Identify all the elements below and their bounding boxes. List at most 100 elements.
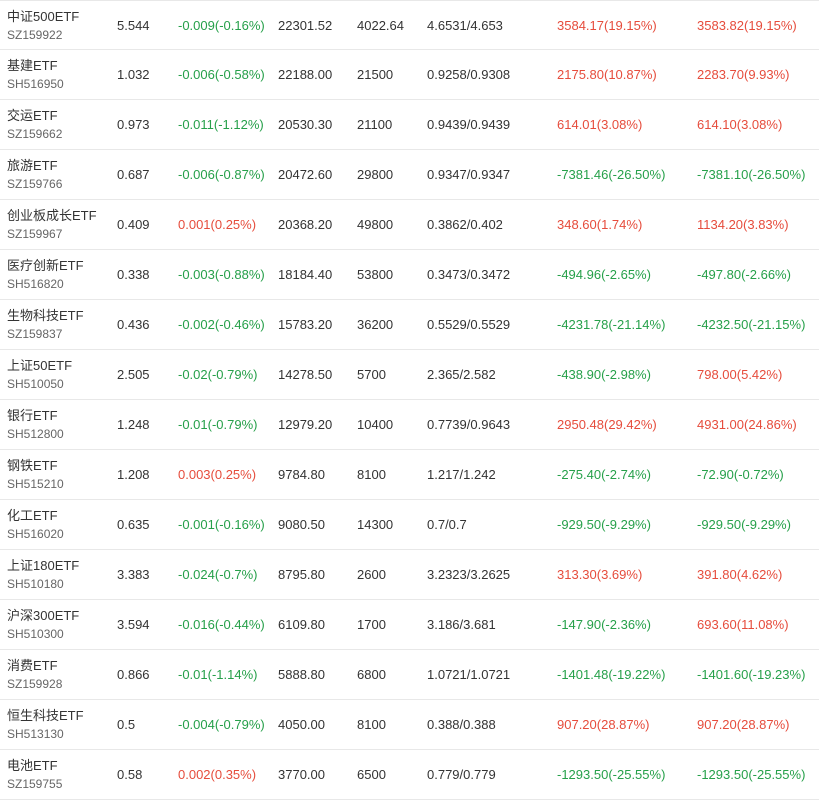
profit-loss-total-cell: 3583.82(19.15%) [697, 18, 797, 33]
fund-name[interactable]: 旅游ETF [7, 156, 62, 175]
amount-cell: 15783.20 [278, 317, 333, 332]
fund-name[interactable]: 银行ETF [7, 406, 64, 425]
fund-code: SZ159662 [7, 127, 63, 141]
fund-name[interactable]: 钢铁ETF [7, 456, 64, 475]
fund-name-cell[interactable]: 生物科技ETF SZ159837 [7, 306, 84, 343]
fund-name-cell[interactable]: 银行ETF SH512800 [7, 406, 64, 443]
fund-code: SZ159837 [7, 327, 63, 341]
profit-loss-total-cell: -1293.50(-25.55%) [697, 767, 806, 782]
table-row[interactable]: 消费ETF SZ159928 0.866 -0.01(-1.14%) 5888.… [0, 650, 819, 700]
change-cell: -0.011(-1.12%) [178, 117, 264, 132]
fund-name-cell[interactable]: 消费ETF SZ159928 [7, 656, 62, 693]
profit-loss-cell: 2950.48(29.42%) [557, 417, 657, 432]
volume-cell: 2600 [357, 567, 386, 582]
fund-name[interactable]: 中证500ETF [7, 7, 79, 26]
fund-name[interactable]: 恒生科技ETF [7, 706, 84, 725]
fund-code: SH516950 [7, 77, 64, 91]
fund-name[interactable]: 基建ETF [7, 56, 64, 75]
table-row[interactable]: 旅游ETF SZ159766 0.687 -0.006(-0.87%) 2047… [0, 150, 819, 200]
fund-name[interactable]: 上证180ETF [7, 556, 79, 575]
amount-cell: 9080.50 [278, 517, 325, 532]
fund-name[interactable]: 沪深300ETF [7, 606, 79, 625]
fund-code: SH510180 [7, 577, 64, 591]
fund-name-cell[interactable]: 中证500ETF SZ159922 [7, 7, 79, 44]
price-cell: 0.866 [117, 667, 150, 682]
volume-cell: 10400 [357, 417, 394, 432]
table-row[interactable]: 生物科技ETF SZ159837 0.436 -0.002(-0.46%) 15… [0, 300, 819, 350]
table-row[interactable]: 交运ETF SZ159662 0.973 -0.011(-1.12%) 2053… [0, 100, 819, 150]
price-cell: 3.383 [117, 567, 150, 582]
fund-name-cell[interactable]: 恒生科技ETF SH513130 [7, 706, 84, 743]
bid-ask-cell: 1.0721/1.0721 [427, 667, 511, 682]
fund-name-cell[interactable]: 钢铁ETF SH515210 [7, 456, 64, 493]
fund-name[interactable]: 生物科技ETF [7, 306, 84, 325]
change-cell: -0.016(-0.44%) [178, 617, 265, 632]
profit-loss-total-cell: 2283.70(9.93%) [697, 67, 790, 82]
amount-cell: 20472.60 [278, 167, 333, 182]
profit-loss-cell: -147.90(-2.36%) [557, 617, 651, 632]
fund-code: SH513130 [7, 727, 64, 741]
profit-loss-cell: -4231.78(-21.14%) [557, 317, 666, 332]
fund-name[interactable]: 消费ETF [7, 656, 62, 675]
bid-ask-cell: 1.217/1.242 [427, 467, 496, 482]
table-row[interactable]: 化工ETF SH516020 0.635 -0.001(-0.16%) 9080… [0, 500, 819, 550]
change-cell: -0.004(-0.79%) [178, 717, 265, 732]
volume-cell: 8100 [357, 717, 386, 732]
table-row[interactable]: 钢铁ETF SH515210 1.208 0.003(0.25%) 9784.8… [0, 450, 819, 500]
table-row[interactable]: 医疗创新ETF SH516820 0.338 -0.003(-0.88%) 18… [0, 250, 819, 300]
fund-name[interactable]: 创业板成长ETF [7, 206, 97, 225]
fund-name[interactable]: 交运ETF [7, 106, 62, 125]
bid-ask-cell: 0.3473/0.3472 [427, 267, 511, 282]
profit-loss-cell: 907.20(28.87%) [557, 717, 650, 732]
table-row[interactable]: 电池ETF SZ159755 0.58 0.002(0.35%) 3770.00… [0, 750, 819, 800]
fund-name-cell[interactable]: 电池ETF SZ159755 [7, 756, 62, 793]
fund-name-cell[interactable]: 医疗创新ETF SH516820 [7, 256, 84, 293]
etf-holdings-table: 中证500ETF SZ159922 5.544 -0.009(-0.16%) 2… [0, 0, 819, 800]
table-row[interactable]: 沪深300ETF SH510300 3.594 -0.016(-0.44%) 6… [0, 600, 819, 650]
fund-name[interactable]: 电池ETF [7, 756, 62, 775]
table-row[interactable]: 创业板成长ETF SZ159967 0.409 0.001(0.25%) 203… [0, 200, 819, 250]
change-cell: -0.01(-1.14%) [178, 667, 258, 682]
change-cell: -0.024(-0.7%) [178, 567, 258, 582]
fund-name[interactable]: 上证50ETF [7, 356, 72, 375]
profit-loss-total-cell: -72.90(-0.72%) [697, 467, 784, 482]
price-cell: 0.409 [117, 217, 150, 232]
table-row[interactable]: 上证180ETF SH510180 3.383 -0.024(-0.7%) 87… [0, 550, 819, 600]
fund-code: SH515210 [7, 477, 64, 491]
table-row[interactable]: 中证500ETF SZ159922 5.544 -0.009(-0.16%) 2… [0, 0, 819, 50]
change-cell: -0.02(-0.79%) [178, 367, 258, 382]
fund-name[interactable]: 医疗创新ETF [7, 256, 84, 275]
change-cell: -0.001(-0.16%) [178, 517, 265, 532]
amount-cell: 20368.20 [278, 217, 333, 232]
fund-name-cell[interactable]: 沪深300ETF SH510300 [7, 606, 79, 643]
volume-cell: 4022.64 [357, 18, 404, 33]
fund-name-cell[interactable]: 基建ETF SH516950 [7, 56, 64, 93]
table-row[interactable]: 银行ETF SH512800 1.248 -0.01(-0.79%) 12979… [0, 400, 819, 450]
bid-ask-cell: 4.6531/4.653 [427, 18, 503, 33]
price-cell: 0.973 [117, 117, 150, 132]
fund-name[interactable]: 化工ETF [7, 506, 64, 525]
profit-loss-cell: -1401.48(-19.22%) [557, 667, 666, 682]
profit-loss-cell: 614.01(3.08%) [557, 117, 643, 132]
table-row[interactable]: 基建ETF SH516950 1.032 -0.006(-0.58%) 2218… [0, 50, 819, 100]
fund-name-cell[interactable]: 创业板成长ETF SZ159967 [7, 206, 97, 243]
price-cell: 0.5 [117, 717, 136, 732]
change-cell: 0.001(0.25%) [178, 217, 257, 232]
price-cell: 5.544 [117, 18, 150, 33]
price-cell: 1.032 [117, 67, 150, 82]
fund-name-cell[interactable]: 化工ETF SH516020 [7, 506, 64, 543]
fund-name-cell[interactable]: 交运ETF SZ159662 [7, 106, 62, 143]
volume-cell: 21500 [357, 67, 394, 82]
amount-cell: 22301.52 [278, 18, 333, 33]
volume-cell: 21100 [357, 117, 393, 132]
table-row[interactable]: 上证50ETF SH510050 2.505 -0.02(-0.79%) 142… [0, 350, 819, 400]
fund-name-cell[interactable]: 上证50ETF SH510050 [7, 356, 72, 393]
fund-name-cell[interactable]: 旅游ETF SZ159766 [7, 156, 62, 193]
price-cell: 0.687 [117, 167, 150, 182]
table-row[interactable]: 恒生科技ETF SH513130 0.5 -0.004(-0.79%) 4050… [0, 700, 819, 750]
volume-cell: 36200 [357, 317, 394, 332]
fund-name-cell[interactable]: 上证180ETF SH510180 [7, 556, 79, 593]
amount-cell: 8795.80 [278, 567, 325, 582]
profit-loss-cell: 348.60(1.74%) [557, 217, 643, 232]
change-cell: -0.003(-0.88%) [178, 267, 265, 282]
